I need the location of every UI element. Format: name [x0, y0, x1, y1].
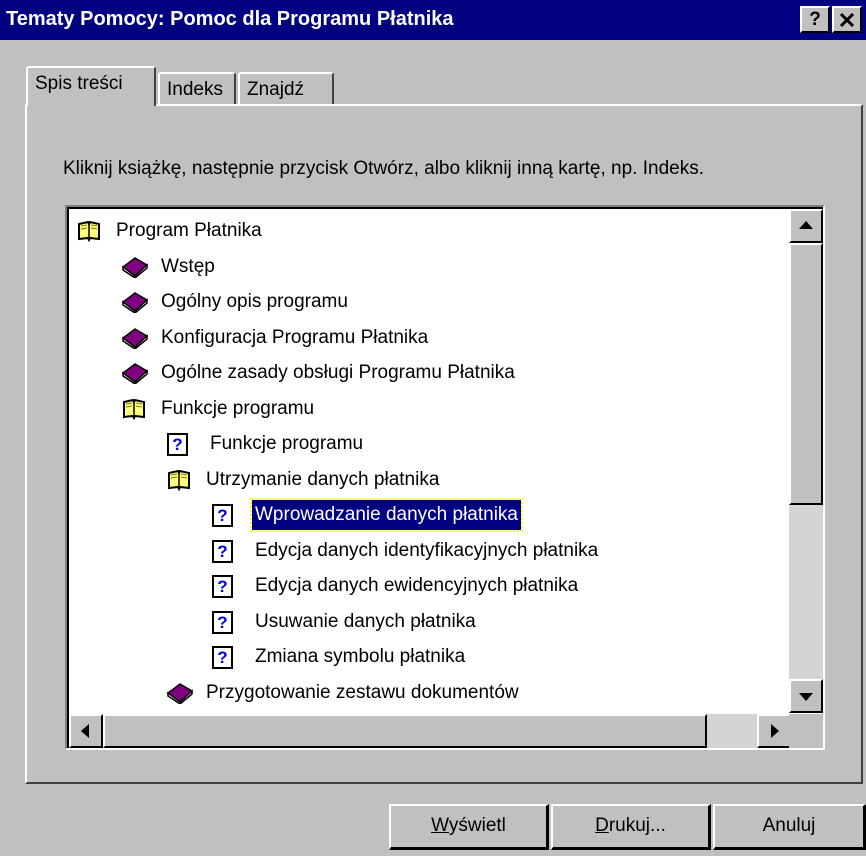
tree-item-label: Utrzymanie danych płatnika [206, 468, 440, 490]
title-bar[interactable]: Tematy Pomocy: Pomoc dla Programu Płatni… [0, 0, 866, 40]
closed-book-icon [121, 291, 149, 314]
open-book-icon [77, 220, 101, 243]
open-book-icon [122, 398, 146, 420]
window-title: Tematy Pomocy: Pomoc dla Programu Płatni… [6, 8, 454, 30]
contents-tree[interactable]: Program Płatnika Wstęp Ogólny opis program… [65, 205, 825, 750]
open-book-icon [167, 469, 191, 491]
help-topic-icon: ? [212, 504, 236, 527]
tree-item-label: Zmiana symbolu płatnika [255, 646, 466, 667]
close-icon [839, 12, 855, 28]
help-topic-icon: ? [212, 575, 236, 598]
help-button[interactable]: ? [800, 6, 830, 33]
vertical-scrollbar[interactable] [789, 209, 823, 713]
vertical-scroll-thumb[interactable] [789, 243, 823, 505]
closed-book-icon [121, 256, 149, 279]
tree-item-label: Usuwanie danych płatnika [255, 610, 476, 632]
arrow-right-icon [771, 724, 779, 738]
tab-index[interactable]: Indeks [158, 72, 236, 106]
arrow-up-icon [799, 221, 813, 229]
tree-item-label: Przygotowanie zestawu dokumentów [206, 681, 519, 703]
help-topic-icon: ? [167, 433, 191, 456]
instruction-text: Kliknij książkę, następnie przycisk Otwó… [63, 158, 704, 179]
tab-find[interactable]: Znajdź [238, 72, 334, 106]
print-button[interactable]: Drukuj... [551, 804, 711, 850]
closed-book-icon [121, 362, 149, 385]
tree-item-label: Program Płatnika [116, 220, 262, 241]
help-topic-icon: ? [212, 610, 236, 634]
scroll-up-button[interactable] [789, 209, 823, 243]
tree-item-label: Funkcje programu [210, 433, 364, 454]
horizontal-scrollbar[interactable] [69, 714, 791, 748]
display-button[interactable]: Wyświetl [389, 804, 549, 850]
scroll-right-button[interactable] [757, 714, 791, 748]
tree-item-label: Edycja danych identyfikacyjnych płatnika [255, 539, 599, 561]
scroll-down-button[interactable] [789, 679, 823, 713]
help-topic-icon: ? [212, 539, 236, 563]
closed-book-icon [166, 682, 194, 705]
tree-item-label: Ogólne zasady obsługi Programu Płatnika [161, 362, 515, 383]
tree-item-label: Wprowadzanie danych płatnika [250, 498, 523, 532]
closed-book-icon [121, 327, 149, 350]
tree-item-label: Konfiguracja Programu Płatnika [161, 326, 429, 348]
tree-item-label: Edycja danych ewidencyjnych płatnika [255, 575, 579, 596]
scrollbar-corner [789, 714, 823, 748]
tree-item-label: Funkcje programu [161, 397, 315, 419]
horizontal-scroll-thumb[interactable] [103, 714, 707, 748]
scroll-left-button[interactable] [69, 714, 103, 748]
close-button[interactable] [832, 6, 862, 33]
cancel-button[interactable]: Anuluj [713, 804, 866, 850]
arrow-left-icon [81, 724, 89, 738]
tab-contents[interactable]: Spis treści [26, 66, 156, 106]
tree-item-label: Ogólny opis programu [161, 291, 348, 312]
tree-item-label: Wstęp [161, 255, 215, 277]
arrow-down-icon [799, 693, 813, 701]
help-topic-icon: ? [212, 646, 236, 669]
